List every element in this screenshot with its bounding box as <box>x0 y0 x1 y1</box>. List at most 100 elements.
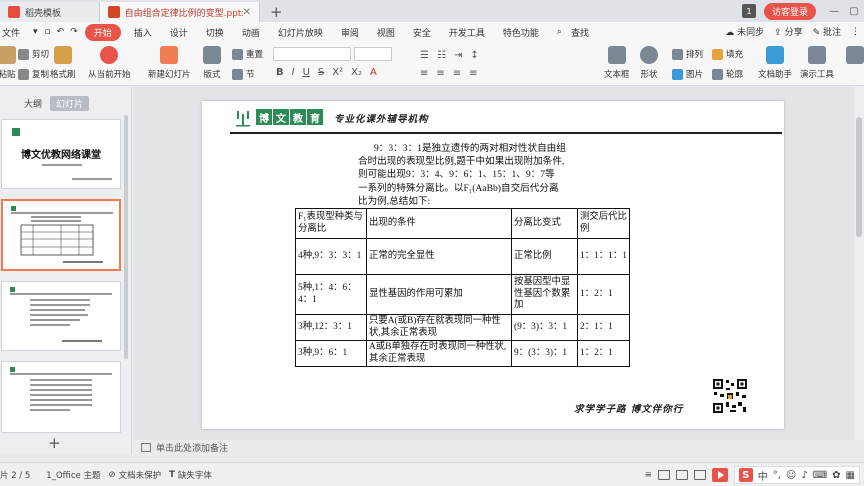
menu-dropdown-icon[interactable]: ▾ <box>29 27 42 37</box>
more-icon[interactable]: ⋮ <box>851 27 860 37</box>
slide-thumbnail-2[interactable] <box>1 199 121 271</box>
close-tab-icon[interactable]: ✕ <box>243 7 251 18</box>
ime-language: 中 <box>757 471 768 483</box>
strikethrough-icon[interactable]: S <box>318 67 324 78</box>
copy-icon <box>18 68 29 80</box>
maximize-icon[interactable]: ▢ <box>844 6 864 17</box>
notes-pane[interactable]: 单击此处添加备注 <box>133 440 864 454</box>
menu-home[interactable]: 开始 <box>84 23 121 41</box>
save-icon[interactable]: ▫ <box>42 27 54 37</box>
slide-canvas[interactable]: 博 文 教 育 专业化课外辅导机构 9：3：3：1是独立遗传的两对相对性状自由组… <box>202 101 784 429</box>
notes-toggle-icon[interactable]: ≡ <box>645 470 652 480</box>
more-tools-button[interactable] <box>846 46 864 68</box>
fill-button[interactable]: 填充 <box>712 48 743 60</box>
intro-paragraph[interactable]: 9：3：3：1是独立遗传的两对相对性状自由组 合时出现的表现型比例,题干中如果出… <box>358 142 628 208</box>
outline-button[interactable]: 轮廓 <box>712 68 743 80</box>
line-spacing-icon[interactable]: ↕ <box>470 50 478 61</box>
picture-button[interactable]: 图片 <box>672 68 703 80</box>
menu-security[interactable]: 安全 <box>404 26 440 39</box>
slide-thumbnail-4[interactable] <box>1 361 121 433</box>
menu-review[interactable]: 审阅 <box>332 26 368 39</box>
align-center-icon[interactable]: ≡ <box>436 68 444 79</box>
subscript-icon[interactable]: X₂ <box>351 67 362 78</box>
menu-animation[interactable]: 动画 <box>233 26 269 39</box>
add-slide-plus-icon[interactable]: + <box>48 434 61 452</box>
cut-button[interactable]: 剪切 <box>18 48 49 60</box>
editor-scrollbar[interactable] <box>854 87 864 454</box>
table-cell: 3种,12：3：1 <box>295 314 367 341</box>
arrange-button[interactable]: 排列 <box>672 48 703 60</box>
share-button[interactable]: ⇪ 分享 <box>774 25 802 38</box>
table-cell: A或B单独存在时表现同一种性状,其余正常表现 <box>366 340 512 367</box>
search-label[interactable]: 查找 <box>571 26 598 39</box>
copy-button[interactable]: 复制 <box>18 68 49 80</box>
play-slideshow-button[interactable] <box>711 468 728 482</box>
layout-icon <box>203 46 221 64</box>
layout-button[interactable]: 版式 <box>203 46 221 80</box>
missing-font-status[interactable]: T 缺失字体 <box>169 469 212 481</box>
fill-label: 填充 <box>726 50 744 60</box>
tab-outline[interactable]: 大纲 <box>24 97 42 110</box>
more-tools-icon <box>846 46 864 64</box>
redo-icon[interactable]: ↷ <box>67 27 81 37</box>
window-counter[interactable]: 1 <box>741 4 756 18</box>
doc-assistant-button[interactable]: 文档助手 <box>758 46 792 80</box>
tab-slides[interactable]: 幻灯片 <box>50 96 90 111</box>
align-right-icon[interactable]: ≡ <box>453 68 461 79</box>
slide-sorter-icon[interactable] <box>675 470 688 480</box>
menu-insert[interactable]: 插入 <box>125 26 161 39</box>
new-tab-plus-icon[interactable]: + <box>260 2 293 22</box>
table-header-row: F₁表现型种类与分离比 出现的条件 分离比变式 测交后代比例 <box>295 208 630 239</box>
textbox-button[interactable]: 文本框 <box>604 46 630 80</box>
bold-icon[interactable]: B <box>276 67 284 78</box>
undo-icon[interactable]: ↶ <box>54 27 68 37</box>
input-method-bar[interactable]: S 中 °, ☺ ♪ ⌨ ✿ ▦ <box>733 466 860 484</box>
menu-transitions[interactable]: 切换 <box>197 26 233 39</box>
font-color-icon[interactable]: A <box>370 67 377 78</box>
menu-file[interactable]: 文件 <box>0 26 29 39</box>
tab-document[interactable]: 自由组合定律比例的变型.pptx ✕ <box>100 2 260 22</box>
align-left-icon[interactable]: ≡ <box>420 68 428 79</box>
thumb-line <box>42 164 82 166</box>
scrollbar-thumb[interactable] <box>856 117 862 237</box>
normal-view-icon[interactable] <box>657 470 670 480</box>
thumbnail-scrollbar[interactable] <box>124 115 128 359</box>
indent-icon[interactable]: ⇥ <box>454 50 462 61</box>
numbered-list-icon[interactable]: ☷ <box>437 50 446 61</box>
reset-button[interactable]: 重置 <box>232 48 263 60</box>
menu-view[interactable]: 视图 <box>368 26 404 39</box>
search-icon[interactable]: ⌕ <box>548 27 571 37</box>
bullet-list-icon[interactable]: ☰ <box>420 50 429 61</box>
menu-design[interactable]: 设计 <box>161 26 197 39</box>
menu-slideshow[interactable]: 幻灯片放映 <box>269 26 332 39</box>
justify-icon[interactable]: ≡ <box>469 68 477 79</box>
minimize-icon[interactable]: — <box>824 6 844 17</box>
paste-label: 粘贴 <box>0 70 16 80</box>
slide-thumbnail-1[interactable]: 博文优教网络课堂 <box>1 119 121 189</box>
sync-status[interactable]: ☁ 未同步 <box>725 25 764 38</box>
ratio-table[interactable]: F₁表现型种类与分离比 出现的条件 分离比变式 测交后代比例 4种,9：3：3：… <box>295 208 630 367</box>
ime-punctuation-icon: °, <box>772 469 781 481</box>
font-family-select[interactable] <box>273 47 351 61</box>
menu-developer[interactable]: 开发工具 <box>440 26 494 39</box>
present-tools-button[interactable]: 演示工具 <box>800 46 834 80</box>
from-current-button[interactable]: 从当前开始 <box>88 46 131 80</box>
paste-button[interactable]: 粘贴 <box>0 46 16 80</box>
login-button[interactable]: 访客登录 <box>763 2 816 20</box>
table-cell: 4种,9：3：3：1 <box>295 238 367 275</box>
slide-thumbnail-3[interactable] <box>1 281 121 351</box>
italic-icon[interactable]: I <box>292 67 295 78</box>
docer-icon <box>8 6 20 18</box>
underline-icon[interactable]: U <box>303 67 310 78</box>
superscript-icon[interactable]: X² <box>332 67 343 78</box>
reading-view-icon[interactable] <box>693 470 706 480</box>
format-painter-button[interactable]: 格式刷 <box>50 46 76 80</box>
menu-features[interactable]: 特色功能 <box>494 26 548 39</box>
section-button[interactable]: 节 <box>232 68 255 80</box>
shape-button[interactable]: 形状 <box>640 46 658 80</box>
font-size-select[interactable] <box>354 47 392 61</box>
doc-protect-status[interactable]: ⊘ 文档未保护 <box>108 469 161 481</box>
tab-docer-templates[interactable]: 稻壳模板 <box>0 2 100 22</box>
new-slide-button[interactable]: 新建幻灯片 <box>148 46 191 80</box>
comment-button[interactable]: ✎ 批注 <box>813 25 841 38</box>
